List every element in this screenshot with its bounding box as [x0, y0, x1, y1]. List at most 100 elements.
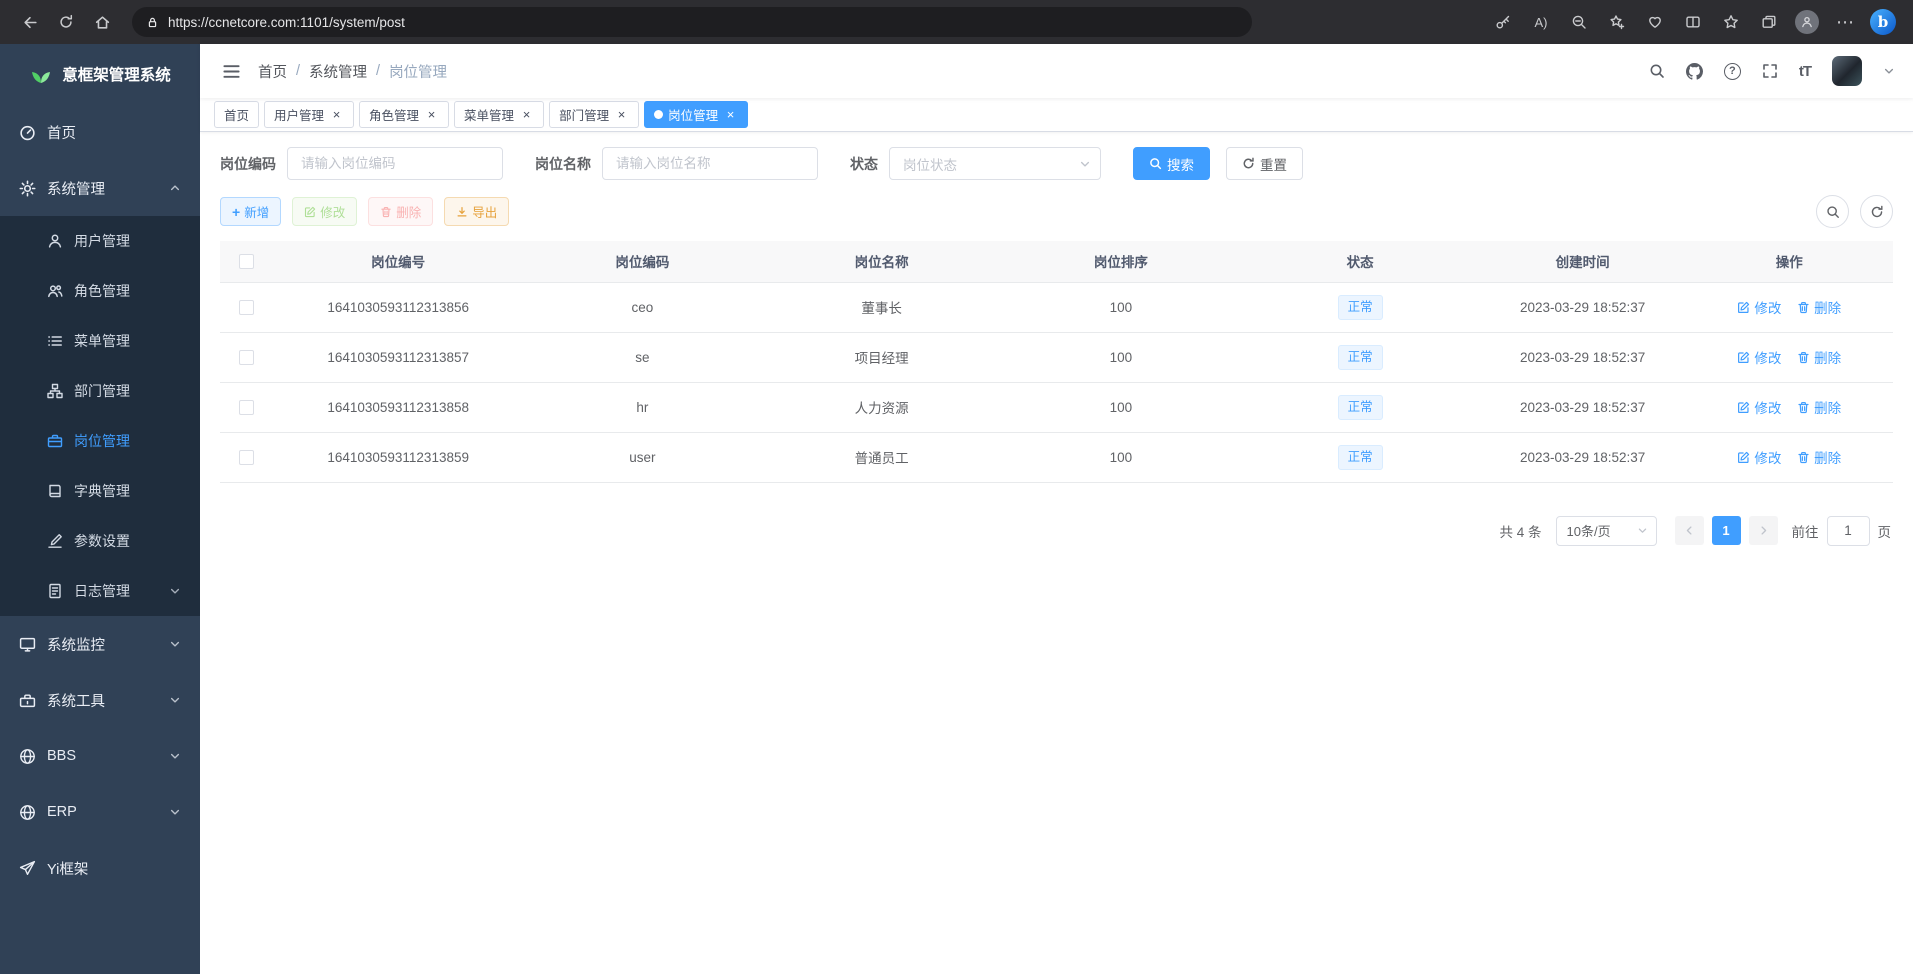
tab-close-icon[interactable]: ×: [614, 107, 629, 122]
goto-page-input[interactable]: [1827, 516, 1870, 546]
sidebar-item-dict-management[interactable]: 字典管理: [0, 466, 200, 516]
row-checkbox[interactable]: [239, 450, 254, 465]
row-delete-label: 删除: [1814, 297, 1841, 317]
browser-menu-icon[interactable]: ⋯: [1827, 6, 1863, 38]
tab-close-icon[interactable]: ×: [723, 107, 738, 122]
user-avatar[interactable]: [1832, 56, 1862, 86]
tab-close-icon[interactable]: ×: [519, 107, 534, 122]
sidebar-item-label: 角色管理: [74, 281, 130, 301]
post-code-label: 岗位编码: [220, 154, 276, 174]
bing-copilot-icon[interactable]: b: [1865, 6, 1901, 38]
column-header-created-time: 创建时间: [1480, 241, 1686, 282]
pagination: 共 4 条 10条/页 1 前往 页: [220, 516, 1893, 546]
toggle-search-icon[interactable]: [1816, 195, 1849, 228]
collections-icon[interactable]: [1751, 6, 1787, 38]
address-bar[interactable]: https://ccnetcore.com:1101/system/post: [132, 7, 1252, 37]
avatar-dropdown-caret-icon[interactable]: [1883, 65, 1895, 77]
edit-button[interactable]: 修改: [292, 197, 357, 226]
add-favorite-icon[interactable]: [1599, 6, 1635, 38]
reset-button[interactable]: 重置: [1226, 147, 1303, 180]
row-delete-button[interactable]: 删除: [1797, 397, 1841, 417]
row-delete-button[interactable]: 删除: [1797, 447, 1841, 467]
row-checkbox[interactable]: [239, 350, 254, 365]
row-edit-button[interactable]: 修改: [1737, 397, 1781, 417]
row-delete-button[interactable]: 删除: [1797, 297, 1841, 317]
lock-icon[interactable]: [146, 16, 159, 29]
browser-essentials-icon[interactable]: [1637, 6, 1673, 38]
active-tab-dot: [654, 110, 663, 119]
cell-status: 正常: [1241, 332, 1480, 382]
row-checkbox[interactable]: [239, 400, 254, 415]
tab-user-management[interactable]: 用户管理 ×: [264, 101, 354, 128]
sidebar-item-home[interactable]: 首页: [0, 104, 200, 160]
sidebar-item-menu-management[interactable]: 菜单管理: [0, 316, 200, 366]
tab-role-management[interactable]: 角色管理 ×: [359, 101, 449, 128]
fullscreen-icon[interactable]: [1762, 63, 1778, 79]
page-size-select[interactable]: 10条/页: [1556, 516, 1657, 546]
post-name-input[interactable]: [602, 147, 818, 180]
row-edit-button[interactable]: 修改: [1737, 447, 1781, 467]
chevron-down-icon: [169, 806, 181, 818]
profile-avatar[interactable]: [1789, 6, 1825, 38]
delete-button[interactable]: 删除: [368, 197, 433, 226]
add-button[interactable]: + 新增: [220, 197, 281, 226]
plus-icon: +: [232, 205, 240, 219]
sidebar-item-log-management[interactable]: 日志管理: [0, 566, 200, 616]
tab-menu-management[interactable]: 菜单管理 ×: [454, 101, 544, 128]
select-all-checkbox[interactable]: [239, 254, 254, 269]
next-page-button[interactable]: [1749, 516, 1778, 545]
sidebar-item-user-management[interactable]: 用户管理: [0, 216, 200, 266]
refresh-table-icon[interactable]: [1860, 195, 1893, 228]
sidebar-item-post-management[interactable]: 岗位管理: [0, 416, 200, 466]
profile-person-icon: [1795, 10, 1819, 34]
export-button[interactable]: 导出: [444, 197, 509, 226]
help-icon[interactable]: ?: [1724, 63, 1741, 80]
tab-close-icon[interactable]: ×: [329, 107, 344, 122]
breadcrumb-system[interactable]: 系统管理: [309, 61, 367, 82]
zoom-out-icon[interactable]: [1561, 6, 1597, 38]
sidebar-item-role-management[interactable]: 角色管理: [0, 266, 200, 316]
form-item-status: 状态 岗位状态: [850, 147, 1101, 180]
refresh-icon[interactable]: [48, 6, 84, 38]
trash-icon: [1797, 401, 1810, 414]
post-code-input[interactable]: [287, 147, 503, 180]
toolbox-icon: [19, 692, 36, 709]
sidebar-item-bbs[interactable]: BBS: [0, 728, 200, 784]
password-key-icon[interactable]: [1485, 6, 1521, 38]
tab-home[interactable]: 首页: [214, 101, 259, 128]
favorites-bar-icon[interactable]: [1713, 6, 1749, 38]
header-search-icon[interactable]: [1649, 63, 1665, 79]
back-icon[interactable]: [12, 6, 48, 38]
tab-close-icon[interactable]: ×: [424, 107, 439, 122]
home-icon[interactable]: [84, 6, 120, 38]
row-edit-button[interactable]: 修改: [1737, 347, 1781, 367]
font-size-icon[interactable]: tT: [1799, 63, 1811, 80]
sidebar-toggle-icon[interactable]: [212, 52, 250, 90]
sidebar-item-dept-management[interactable]: 部门管理: [0, 366, 200, 416]
sidebar-item-label: 用户管理: [74, 231, 130, 251]
page-number-button[interactable]: 1: [1712, 516, 1741, 545]
tab-post-management[interactable]: 岗位管理 ×: [644, 101, 748, 128]
sidebar-item-param-settings[interactable]: 参数设置: [0, 516, 200, 566]
prev-page-button[interactable]: [1675, 516, 1704, 545]
sidebar-item-yi-framework[interactable]: Yi框架: [0, 840, 200, 896]
edit-button-label: 修改: [320, 202, 345, 221]
github-icon[interactable]: [1686, 63, 1703, 80]
sidebar-item-label: 系统管理: [47, 178, 105, 199]
row-delete-button[interactable]: 删除: [1797, 347, 1841, 367]
chevron-down-icon: [169, 585, 181, 597]
read-aloud-icon[interactable]: A): [1523, 6, 1559, 38]
sidebar-item-system-management[interactable]: 系统管理: [0, 160, 200, 216]
app-logo[interactable]: 意框架管理系统: [0, 44, 200, 104]
row-edit-button[interactable]: 修改: [1737, 297, 1781, 317]
sidebar-item-erp[interactable]: ERP: [0, 784, 200, 840]
breadcrumb-home[interactable]: 首页: [258, 61, 287, 82]
status-select[interactable]: 岗位状态: [889, 147, 1101, 180]
sidebar-item-system-monitor[interactable]: 系统监控: [0, 616, 200, 672]
split-screen-icon[interactable]: [1675, 6, 1711, 38]
cell-created-time: 2023-03-29 18:52:37: [1480, 432, 1686, 482]
search-button[interactable]: 搜索: [1133, 147, 1210, 180]
sidebar-item-system-tools[interactable]: 系统工具: [0, 672, 200, 728]
row-checkbox[interactable]: [239, 300, 254, 315]
tab-dept-management[interactable]: 部门管理 ×: [549, 101, 639, 128]
